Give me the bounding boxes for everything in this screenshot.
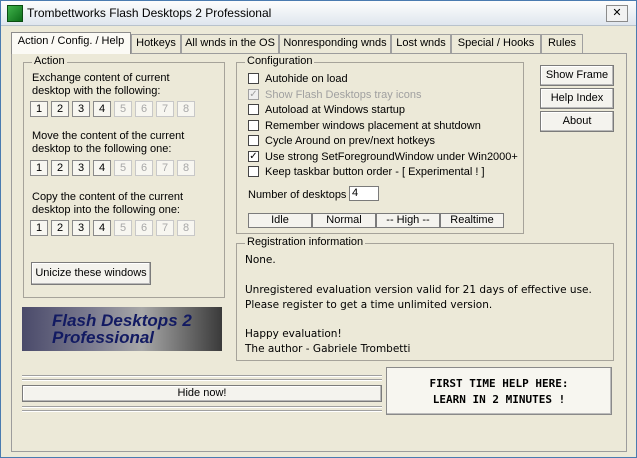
- action-group: Action Exchange content of current deskt…: [23, 55, 225, 298]
- logo-line-1: Flash Desktops 2: [52, 311, 192, 330]
- desktop-5-button: 5: [114, 220, 132, 236]
- desktop-1-button[interactable]: 1: [30, 101, 48, 117]
- hide-now-button[interactable]: Hide now!: [22, 385, 382, 402]
- app-icon: [7, 5, 23, 22]
- num-desktops-input[interactable]: 4: [349, 186, 379, 201]
- logo-text: Flash Desktops 2 Professional: [52, 312, 192, 346]
- desktop-6-button: 6: [135, 160, 153, 176]
- product-logo: Flash Desktops 2 Professional: [22, 307, 222, 351]
- desktop-3-button[interactable]: 3: [72, 220, 90, 236]
- registration-line: Happy evaluation!: [245, 328, 342, 340]
- config-option-label: Cycle Around on prev/next hotkeys: [265, 135, 435, 147]
- config-option-label: Use strong SetForegroundWindow under Win…: [265, 150, 518, 163]
- registration-group-title: Registration information: [245, 236, 366, 248]
- desktop-3-button[interactable]: 3: [72, 101, 90, 117]
- exchange-label-2: desktop with the following:: [32, 85, 161, 97]
- desktop-6-button: 6: [135, 101, 153, 117]
- config-option-label: Keep taskbar button order - [ Experiment…: [265, 166, 485, 178]
- desktop-2-button[interactable]: 2: [51, 160, 69, 176]
- num-desktops-label: Number of desktops: [248, 189, 347, 201]
- copy-label-2: desktop into the following one:: [32, 204, 180, 216]
- checkbox[interactable]: [248, 135, 259, 146]
- move-label-2: desktop to the following one:: [32, 143, 172, 155]
- main-window: Trombettworks Flash Desktops 2 Professio…: [0, 0, 637, 458]
- config-option-label: Autohide on load: [265, 73, 348, 85]
- tab-hotkeys[interactable]: Hotkeys: [131, 34, 181, 53]
- desktop-4-button[interactable]: 4: [93, 160, 111, 176]
- help-index-button[interactable]: Help Index: [540, 88, 614, 109]
- tab-rules[interactable]: Rules: [541, 34, 583, 53]
- checkbox[interactable]: [248, 166, 259, 177]
- tab-all-wnds[interactable]: All wnds in the OS: [181, 34, 279, 53]
- priority-normal-button[interactable]: Normal: [312, 213, 376, 228]
- registration-group: Registration information None. Unregiste…: [236, 236, 614, 361]
- help-banner-line-1: FIRST TIME HELP HERE:: [429, 377, 569, 390]
- desktop-3-button[interactable]: 3: [72, 160, 90, 176]
- desktop-4-button[interactable]: 4: [93, 220, 111, 236]
- config-option-label: Remember windows placement at shutdown: [265, 119, 481, 132]
- checkbox[interactable]: [248, 73, 259, 84]
- desktop-8-button: 8: [177, 220, 195, 236]
- desktop-4-button[interactable]: 4: [93, 101, 111, 117]
- tab-special-hooks[interactable]: Special / Hooks: [451, 34, 541, 53]
- desktop-8-button: 8: [177, 101, 195, 117]
- about-button[interactable]: About: [540, 111, 614, 132]
- tab-lost-wnds[interactable]: Lost wnds: [391, 34, 451, 53]
- desktop-2-button[interactable]: 2: [51, 101, 69, 117]
- checkbox[interactable]: ✓: [248, 150, 259, 162]
- first-time-help-button[interactable]: FIRST TIME HELP HERE: LEARN IN 2 MINUTES…: [386, 367, 612, 415]
- tab-action-config-help[interactable]: Action / Config. / Help: [11, 32, 131, 54]
- configuration-group-title: Configuration: [245, 55, 315, 67]
- registration-line: None.: [245, 254, 276, 266]
- separator: [22, 379, 382, 381]
- configuration-group: Configuration Autohide on load ✓ Show Flas…: [236, 55, 524, 234]
- close-button[interactable]: ✕: [606, 5, 628, 22]
- config-option-label: Show Flash Desktops tray icons: [265, 88, 422, 101]
- desktop-8-button: 8: [177, 160, 195, 176]
- priority-high-button[interactable]: -- High --: [376, 213, 440, 228]
- separator: [22, 406, 382, 408]
- checkbox: ✓: [248, 88, 259, 100]
- config-option-label: Autoload at Windows startup: [265, 104, 406, 116]
- desktop-7-button: 7: [156, 160, 174, 176]
- checkbox[interactable]: [248, 104, 259, 115]
- desktop-1-button[interactable]: 1: [30, 160, 48, 176]
- desktop-5-button: 5: [114, 101, 132, 117]
- desktop-1-button[interactable]: 1: [30, 220, 48, 236]
- registration-line: Unregistered evaluation version valid fo…: [245, 284, 592, 296]
- tab-panel: Action Exchange content of current deskt…: [11, 53, 627, 452]
- tab-nonresponding-wnds[interactable]: Nonresponding wnds: [279, 34, 391, 53]
- desktop-7-button: 7: [156, 101, 174, 117]
- window-title: Trombettworks Flash Desktops 2 Professio…: [27, 6, 272, 20]
- priority-idle-button[interactable]: Idle: [248, 213, 312, 228]
- action-group-title: Action: [32, 55, 67, 67]
- exchange-label-1: Exchange content of current: [32, 72, 170, 84]
- separator: [22, 410, 382, 412]
- title-bar[interactable]: Trombettworks Flash Desktops 2 Professio…: [1, 1, 636, 26]
- registration-line: The author - Gabriele Trombetti: [245, 343, 411, 355]
- desktop-2-button[interactable]: 2: [51, 220, 69, 236]
- copy-label-1: Copy the content of the current: [32, 191, 184, 203]
- registration-line: Please register to get a time unlimited …: [245, 299, 493, 311]
- desktop-5-button: 5: [114, 160, 132, 176]
- show-frame-button[interactable]: Show Frame: [540, 65, 614, 86]
- separator: [22, 375, 382, 377]
- help-banner-line-2: LEARN IN 2 MINUTES !: [432, 393, 566, 406]
- unicize-windows-button[interactable]: Unicize these windows: [31, 262, 151, 285]
- desktop-6-button: 6: [135, 220, 153, 236]
- checkbox[interactable]: [248, 119, 259, 131]
- desktop-7-button: 7: [156, 220, 174, 236]
- logo-line-2: Professional: [52, 328, 155, 347]
- move-label-1: Move the content of the current: [32, 130, 185, 142]
- priority-realtime-button[interactable]: Realtime: [440, 213, 504, 228]
